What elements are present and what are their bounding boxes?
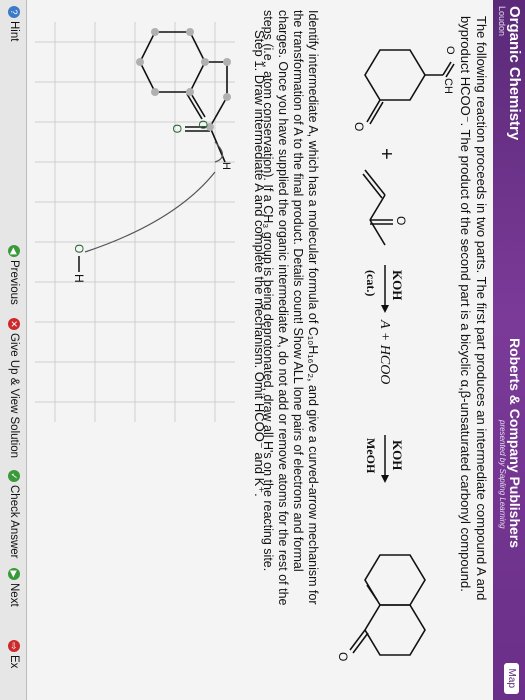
hydroxide-oxygen: O	[72, 244, 86, 253]
next-button[interactable]: ▶ Next	[8, 568, 20, 607]
aldehyde-ch-label: CH	[442, 78, 454, 94]
app-title: Organic Chemistry	[506, 6, 523, 141]
mvk-oxygen-label: O	[394, 216, 408, 225]
reagent-koh-2: KOH	[390, 440, 405, 470]
hydroxide-hydrogen: H	[72, 274, 86, 283]
give-up-label: Give Up & View Solution	[8, 333, 20, 459]
curved-arrow-deprotonation[interactable]	[84, 171, 216, 253]
hint-icon: ?	[8, 6, 20, 18]
intermediate-a-label: A + HCOO	[377, 319, 392, 384]
app-header: Organic Chemistry Loudon Roberts & Compa…	[493, 0, 525, 700]
canvas-ketone2-oxygen: O	[170, 124, 184, 133]
aldehyde-oxygen-label: O	[444, 46, 455, 55]
reaction-arrow-2-head	[381, 475, 389, 483]
instruction-line-3: charges. Once you have supplied the orga…	[276, 10, 290, 606]
canvas-alpha-hydrogen: H	[220, 162, 232, 170]
next-label: Next	[8, 583, 20, 607]
map-button[interactable]: Map	[504, 662, 519, 694]
app-window: Organic Chemistry Loudon Roberts & Compa…	[0, 0, 525, 700]
instructions: Identify intermediate A, which has a mol…	[260, 10, 320, 690]
app-subtitle: Loudon	[497, 6, 507, 37]
problem-text-line-2: byproduct HCOO⁻. The product of the seco…	[458, 16, 473, 592]
publisher-name: Roberts & Company Publishers	[507, 338, 523, 549]
check-answer-button[interactable]: ✓ Check Answer	[8, 470, 20, 559]
reaction-arrow-1-head	[381, 305, 389, 313]
solvent-meoh: MeOH	[364, 438, 378, 474]
plus-sign: +	[375, 148, 397, 160]
reaction-scheme: O CH O + O KOH (cat.) A + HCOO KOH MeOH	[336, 46, 455, 661]
reagent-koh-1: KOH	[390, 270, 405, 300]
mechanism-drawing-canvas[interactable]: O O H O H	[35, 22, 235, 700]
instruction-line-2: the transformation of A to the final pro…	[291, 10, 305, 572]
product-oxygen-label: O	[336, 652, 350, 661]
presented-by: presented by Sapling Learning	[498, 420, 507, 529]
hint-label: Hint	[8, 21, 20, 42]
exit-button[interactable]: ⇨ Ex	[8, 640, 20, 668]
ketone-oxygen-label: O	[352, 122, 366, 131]
previous-button[interactable]: ◀ Previous	[8, 245, 20, 305]
bottom-toolbar: ? Hint ◀ Previous ✕ Give Up & View Solut…	[0, 0, 27, 700]
previous-icon: ◀	[8, 245, 20, 257]
check-icon: ✓	[8, 470, 20, 482]
reactant-methyl-vinyl-ketone	[362, 169, 393, 246]
instruction-line-1: Identify intermediate A, which has a mol…	[306, 10, 320, 605]
give-up-icon: ✕	[8, 318, 20, 330]
step-heading: Step 1. Draw intermediate A and complete…	[252, 30, 267, 497]
exit-label: Ex	[8, 655, 20, 669]
reactant-cyclohexanone	[364, 49, 455, 125]
canvas-grid	[35, 22, 235, 422]
previous-label: Previous	[8, 260, 20, 305]
drawn-molecule	[139, 31, 228, 163]
product-bicyclic-enone	[349, 554, 426, 656]
next-icon: ▶	[8, 568, 20, 580]
hint-button[interactable]: ? Hint	[8, 6, 20, 41]
exit-icon: ⇨	[8, 640, 20, 652]
check-label: Check Answer	[8, 485, 20, 559]
problem-text-line-1: The following reaction proceeds in two p…	[474, 16, 489, 601]
canvas-ketone-oxygen: O	[196, 120, 210, 129]
catalytic-label: (cat.)	[364, 270, 378, 296]
give-up-button[interactable]: ✕ Give Up & View Solution	[8, 318, 20, 458]
